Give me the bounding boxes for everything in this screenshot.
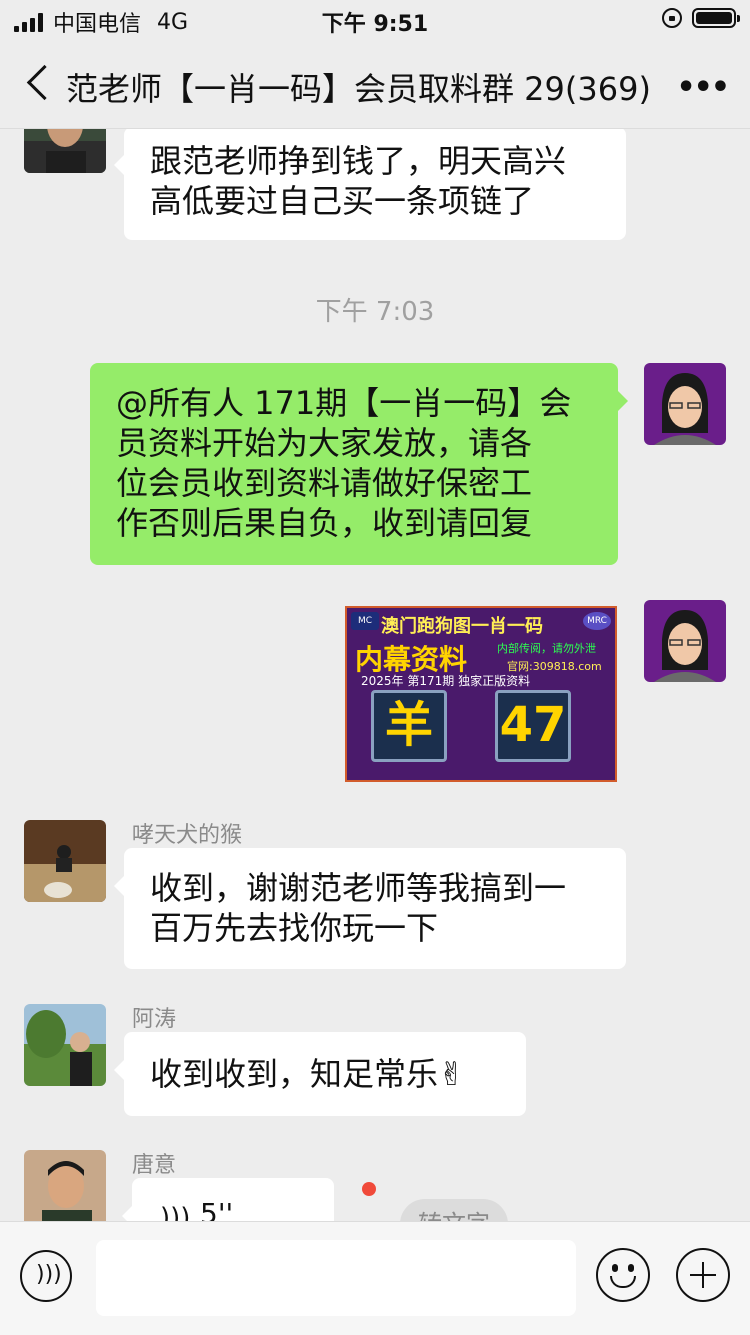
chat-title: 范老师【一肖一码】会员取料群 29(369) <box>66 70 651 108</box>
message-input[interactable] <box>96 1240 576 1316</box>
image-title: 澳门跑狗图一肖一码 <box>381 616 543 637</box>
sender-name: 阿涛 <box>132 1007 177 1032</box>
avatar-self[interactable] <box>644 600 726 682</box>
voice-message-bubble[interactable]: ))) 5'' <box>122 1178 334 1221</box>
convert-to-text-button[interactable]: 转文字 <box>400 1199 508 1221</box>
timestamp: 下午 7:03 <box>315 297 435 327</box>
status-time: 下午 9:51 <box>321 12 429 37</box>
avatar[interactable] <box>24 129 106 173</box>
sender-name: 唐意 <box>132 1153 177 1178</box>
emoji-icon[interactable] <box>596 1248 650 1302</box>
battery-icon <box>692 8 740 28</box>
image-logo-left: MC <box>351 612 379 630</box>
message-text: 跟范老师挣到钱了，明天高兴 <box>150 142 567 180</box>
avatar[interactable] <box>24 1150 106 1221</box>
image-green-text: 内部传阅，请勿外泄 <box>497 642 596 655</box>
unread-dot <box>362 1182 376 1196</box>
message-bubble[interactable]: 收到收到，知足常乐✌ <box>114 1032 526 1116</box>
input-bar: ))) <box>0 1221 750 1335</box>
message-text: 高低要过自己买一条项链了 <box>150 182 535 220</box>
more-dots-icon[interactable]: ••• <box>676 70 730 105</box>
image-zodiac: 羊 <box>371 690 447 762</box>
message-text: 位会员收到资料请做好保密工 <box>116 464 533 502</box>
message-text: @所有人 171期【一肖一码】会 <box>116 384 572 422</box>
back-chevron-icon[interactable] <box>26 64 63 101</box>
image-issue: 2025年 第171期 独家正版资料 <box>361 674 531 688</box>
voice-wave-icon: ))) <box>160 1203 191 1221</box>
nav-bar: 范老师【一肖一码】会员取料群 29(369) ••• <box>0 40 750 129</box>
message-text: 收到，谢谢范老师等我搞到一 <box>150 869 567 907</box>
rotation-lock-icon <box>662 8 682 28</box>
voice-mode-icon[interactable]: ))) <box>20 1250 72 1302</box>
image-logo-right: MRC <box>583 612 611 630</box>
image-number: 47 <box>495 690 571 762</box>
voice-duration: 5'' <box>200 1197 234 1221</box>
plus-icon[interactable] <box>676 1248 730 1302</box>
avatar-self[interactable] <box>644 363 726 445</box>
sender-name: 哮天犬的猴 <box>132 823 243 848</box>
status-bar: 中国电信 4G 下午 9:51 <box>0 0 750 40</box>
message-text: 员资料开始为大家发放，请各 <box>116 424 533 462</box>
status-right <box>662 8 740 28</box>
avatar[interactable] <box>24 820 106 902</box>
avatar[interactable] <box>24 1004 106 1086</box>
message-bubble[interactable]: 跟范老师挣到钱了，明天高兴 高低要过自己买一条项链了 <box>114 129 626 240</box>
message-text: 作否则后果自负，收到请回复 <box>116 504 533 542</box>
message-bubble-self[interactable]: @所有人 171期【一肖一码】会 员资料开始为大家发放，请各 位会员收到资料请做… <box>90 363 628 565</box>
message-text: 百万先去找你玩一下 <box>150 909 439 947</box>
message-bubble[interactable]: 收到，谢谢范老师等我搞到一 百万先去找你玩一下 <box>114 848 626 969</box>
shared-image[interactable]: MC MRC 澳门跑狗图一肖一码 内幕资料 内部传阅，请勿外泄 官网:30981… <box>345 606 617 782</box>
message-text: 收到收到，知足常乐✌ <box>150 1055 465 1093</box>
chat-area[interactable]: 跟范老师挣到钱了，明天高兴 高低要过自己买一条项链了 下午 7:03 @所有人 … <box>0 129 750 1221</box>
